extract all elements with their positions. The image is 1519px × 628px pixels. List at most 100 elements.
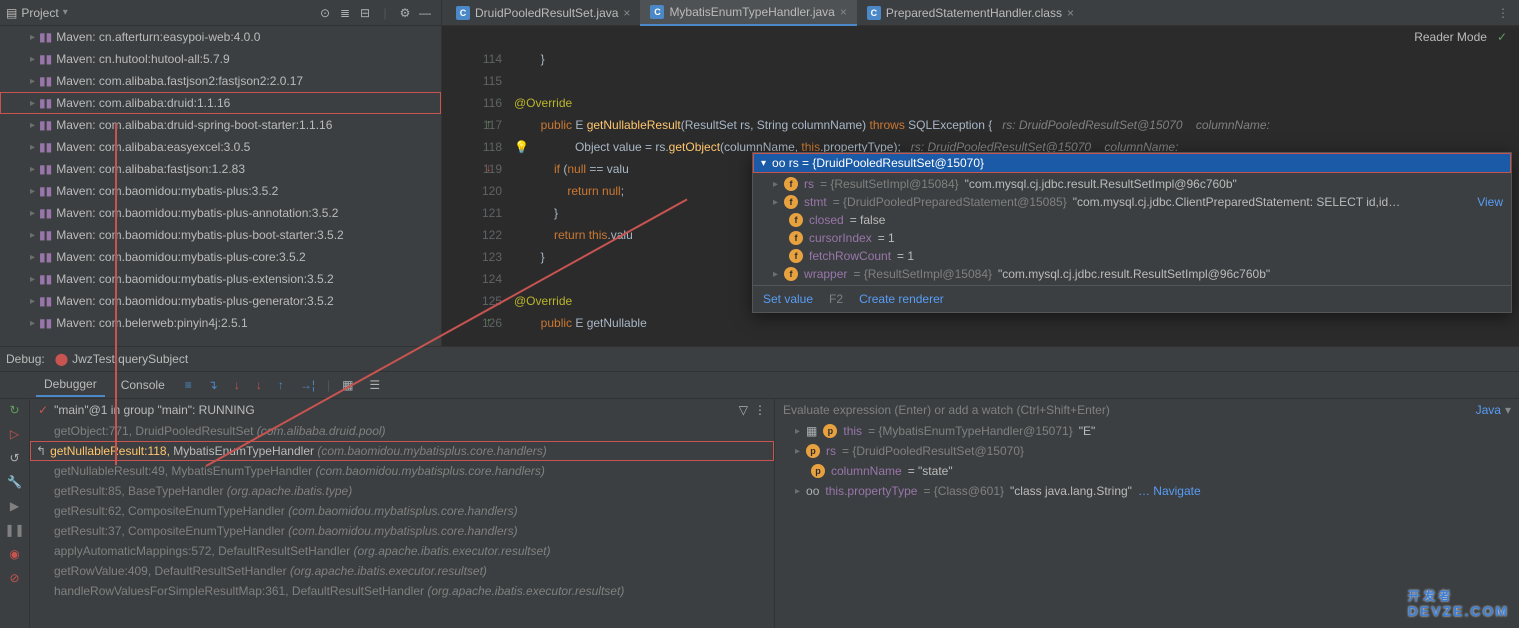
tree-item[interactable]: ▸▮▮Maven: com.alibaba:druid-spring-boot-…	[0, 114, 441, 136]
step-out-icon[interactable]: ↑	[274, 378, 288, 392]
collapse-icon[interactable]: ⊟	[355, 3, 375, 23]
field-badge-icon: f	[784, 267, 798, 281]
stack-frame[interactable]: getResult:37, CompositeEnumTypeHandler (…	[30, 521, 774, 541]
debug-side-toolbar: ↻ ▷ ↺ 🔧 ▶ ❚❚ ◉ ⊘	[0, 399, 30, 628]
close-icon[interactable]: ×	[623, 6, 630, 20]
thread-label[interactable]: "main"@1 in group "main": RUNNING	[54, 403, 255, 417]
hide-icon[interactable]: —	[415, 3, 435, 23]
set-value-link[interactable]: Set value	[763, 292, 813, 306]
stack-frame[interactable]: getResult:62, CompositeEnumTypeHandler (…	[30, 501, 774, 521]
debug-config-tab[interactable]: ⬤ JwzTest.querySubject	[55, 352, 189, 366]
play-icon[interactable]: ▶	[10, 499, 19, 513]
pause-icon[interactable]: ❚❚	[4, 523, 24, 537]
evaluate-input[interactable]: Evaluate expression (Enter) or add a wat…	[775, 399, 1519, 421]
console-tab[interactable]: Console	[113, 374, 173, 396]
popup-field-row[interactable]: ▸frs = {ResultSetImpl@15084} "com.mysql.…	[753, 175, 1511, 193]
tree-item[interactable]: ▸▮▮Maven: com.alibaba:easyexcel:3.0.5	[0, 136, 441, 158]
tree-item[interactable]: ▸▮▮Maven: com.belerweb:pinyin4j:2.5.1	[0, 312, 441, 334]
tree-item[interactable]: ▸▮▮Maven: com.baomidou:mybatis-plus-gene…	[0, 290, 441, 312]
tree-item[interactable]: ▸▮▮Maven: com.alibaba:fastjson:1.2.83	[0, 158, 441, 180]
more-tabs-icon[interactable]: ⋮	[1497, 6, 1509, 20]
variable-row[interactable]: ▸▦pthis = {MybatisEnumTypeHandler@15071}…	[775, 421, 1519, 441]
run-to-cursor-icon[interactable]: →¦	[296, 378, 319, 392]
editor-tab[interactable]: CDruidPooledResultSet.java×	[446, 0, 640, 26]
filter-icon[interactable]: ▽	[739, 403, 748, 417]
code-line[interactable]: ↑126 public E getNullable	[442, 312, 1519, 334]
navigate-link[interactable]: … Navigate	[1138, 484, 1201, 498]
library-icon: ▮▮	[39, 52, 52, 66]
bulb-icon[interactable]: 💡	[514, 140, 529, 154]
tree-item[interactable]: ▸▮▮Maven: com.alibaba.fastjson2:fastjson…	[0, 70, 441, 92]
stack-frame[interactable]: applyAutomaticMappings:572, DefaultResul…	[30, 541, 774, 561]
variable-row[interactable]: ▸prs = {DruidPooledResultSet@15070}	[775, 441, 1519, 461]
stack-frame[interactable]: ↰getNullableResult:118, MybatisEnumTypeH…	[30, 441, 774, 461]
locate-icon[interactable]: ⊙	[315, 3, 335, 23]
wrench-icon[interactable]: 🔧	[7, 475, 22, 489]
popup-field-row[interactable]: ffetchRowCount = 1	[753, 247, 1511, 265]
code-line[interactable]: 115	[442, 70, 1519, 92]
stop-icon[interactable]: ↺	[9, 451, 19, 465]
tree-item[interactable]: ▸▮▮Maven: cn.hutool:hutool-all:5.7.9	[0, 48, 441, 70]
code-line[interactable]: 114 }	[442, 48, 1519, 70]
popup-field-row[interactable]: fcursorIndex = 1	[753, 229, 1511, 247]
debugger-tab[interactable]: Debugger	[36, 373, 105, 397]
editor-tab[interactable]: CPreparedStatementHandler.class×	[857, 0, 1084, 26]
tree-item[interactable]: ▸▮▮Maven: com.baomidou:mybatis-plus:3.5.…	[0, 180, 441, 202]
project-title[interactable]: ▤ Project ▾	[6, 6, 68, 20]
variable-row[interactable]: ▸oothis.propertyType = {Class@601} "clas…	[775, 481, 1519, 501]
resume-icon[interactable]: ▷	[10, 427, 19, 441]
close-icon[interactable]: ×	[1067, 6, 1074, 20]
frames-list[interactable]: getObject:771, DruidPooledResultSet (com…	[30, 421, 774, 601]
tree-item[interactable]: ▸▮▮Maven: com.alibaba:druid:1.1.16	[0, 92, 441, 114]
reader-mode-label[interactable]: Reader Mode	[1414, 30, 1487, 44]
step-down-icon[interactable]: ↓	[230, 378, 244, 392]
evaluate-icon[interactable]: ▦	[338, 378, 357, 392]
create-renderer-link[interactable]: Create renderer	[859, 292, 944, 306]
check-icon[interactable]: ✓	[1497, 30, 1507, 44]
variable-row[interactable]: pcolumnName = "state"	[775, 461, 1519, 481]
line-number: 115	[442, 74, 514, 88]
library-icon: ▮▮	[39, 184, 52, 198]
gear-icon[interactable]: ⚙	[395, 3, 415, 23]
current-frame-icon: ↰	[36, 444, 46, 458]
tree-item[interactable]: ▸▮▮Maven: cn.afterturn:easypoi-web:4.0.0	[0, 26, 441, 48]
stack-frame[interactable]: getNullableResult:49, MybatisEnumTypeHan…	[30, 461, 774, 481]
stack-frame[interactable]: getObject:771, DruidPooledResultSet (com…	[30, 421, 774, 441]
breakpoints-icon[interactable]: ◉	[9, 547, 19, 561]
step-over-icon[interactable]: ≡	[181, 378, 196, 392]
set-value-hint: F2	[829, 292, 843, 306]
mute-bp-icon[interactable]: ⊘	[9, 571, 19, 585]
project-tree[interactable]: ▸▮▮Maven: cn.afterturn:easypoi-web:4.0.0…	[0, 26, 441, 346]
rerun-icon[interactable]: ↻	[9, 403, 19, 417]
chevron-down-icon[interactable]: ▾	[1505, 403, 1511, 417]
stack-frame[interactable]: getRowValue:409, DefaultResultSetHandler…	[30, 561, 774, 581]
line-number: ↑126	[442, 316, 514, 330]
popup-field-row[interactable]: fclosed = false	[753, 211, 1511, 229]
language-selector[interactable]: Java	[1476, 403, 1501, 417]
field-value: = 1	[878, 231, 895, 245]
expand-icon[interactable]: ≣	[335, 3, 355, 23]
tree-item[interactable]: ▸▮▮Maven: com.baomidou:mybatis-plus-core…	[0, 246, 441, 268]
view-link[interactable]: View	[1477, 195, 1503, 209]
force-step-icon[interactable]: ↓	[252, 378, 266, 392]
code-line[interactable]: 116@Override	[442, 92, 1519, 114]
close-icon[interactable]: ×	[840, 5, 847, 19]
java-file-icon: C	[456, 6, 470, 20]
popup-header[interactable]: ▾ oo rs = {DruidPooledResultSet@15070}	[753, 153, 1511, 173]
stack-frame[interactable]: getResult:85, BaseTypeHandler (org.apach…	[30, 481, 774, 501]
code-text: public E getNullable	[514, 316, 647, 330]
popup-field-row[interactable]: ▸fstmt = {DruidPooledPreparedStatement@1…	[753, 193, 1511, 211]
editor-tab[interactable]: CMybatisEnumTypeHandler.java×	[640, 0, 856, 26]
tree-item[interactable]: ▸▮▮Maven: com.baomidou:mybatis-plus-anno…	[0, 202, 441, 224]
tree-item[interactable]: ▸▮▮Maven: com.baomidou:mybatis-plus-boot…	[0, 224, 441, 246]
step-into-icon[interactable]: ↴	[204, 378, 222, 392]
tree-item[interactable]: ▸▮▮Maven: com.baomidou:mybatis-plus-exte…	[0, 268, 441, 290]
more-icon[interactable]: ⋮	[754, 403, 766, 417]
code-line[interactable]: ↑117 public E getNullableResult(ResultSe…	[442, 114, 1519, 136]
trace-icon[interactable]: ☰	[365, 378, 384, 392]
stack-frame[interactable]: handleRowValuesForSimpleResultMap:361, D…	[30, 581, 774, 601]
variables-list[interactable]: ▸▦pthis = {MybatisEnumTypeHandler@15071}…	[775, 421, 1519, 501]
tree-item-label: Maven: com.alibaba:druid:1.1.16	[56, 96, 230, 110]
var-type: = {DruidPooledResultSet@15070}	[842, 444, 1024, 458]
popup-field-row[interactable]: ▸fwrapper = {ResultSetImpl@15084} "com.m…	[753, 265, 1511, 283]
